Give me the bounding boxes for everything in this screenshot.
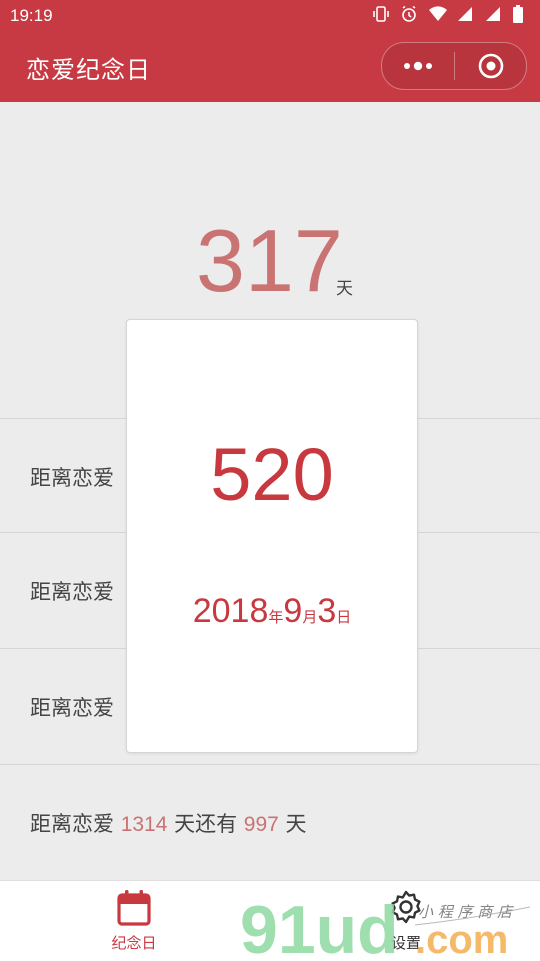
status-time: 19:19: [10, 6, 53, 25]
calendar-icon: [117, 890, 151, 926]
date-year-unit: 年: [268, 609, 284, 626]
wifi-icon: [428, 5, 447, 23]
list-item-text: 距离恋爱 1314 天还有 997 天: [30, 808, 307, 838]
nav-bar: 恋爱纪念日: [0, 32, 540, 102]
more-dots-icon: [404, 61, 432, 71]
more-button[interactable]: [382, 43, 454, 89]
days-count: 317: [196, 211, 343, 310]
status-icons: [372, 5, 530, 23]
date-month-unit: 月: [302, 609, 318, 626]
date-day-unit: 日: [336, 609, 352, 626]
tab-label: 纪念日: [111, 934, 157, 952]
status-bar: 19:19: [0, 0, 540, 32]
list-item-label: 距离恋爱: [30, 696, 114, 720]
signal-icon-2: [484, 5, 502, 23]
milestone-value: 1314: [120, 813, 168, 836]
days-suffix: 天: [285, 812, 307, 836]
list-item: 距离恋爱 1314 天还有 997 天: [0, 764, 540, 880]
svg-text:.com: .com: [415, 918, 508, 960]
tab-anniversary[interactable]: 纪念日: [64, 881, 204, 961]
date-month: 9: [283, 592, 303, 630]
days-unit: 天: [336, 279, 353, 299]
mini-program-capsule: [381, 42, 527, 90]
popup-number: 520: [210, 433, 334, 516]
list-item-label: 距离恋爱: [30, 812, 114, 836]
page-title: 恋爱纪念日: [26, 56, 151, 84]
list-item-middle: 天还有: [174, 812, 238, 836]
remaining-days: 997: [243, 813, 279, 836]
svg-text:91ud: 91ud: [240, 892, 399, 960]
list-item-label: 距离恋爱: [30, 580, 114, 604]
alarm-icon: [400, 5, 418, 23]
watermark-logo: 91ud .com 小 程 序 商 店: [240, 892, 531, 960]
date-year: 2018: [192, 592, 269, 630]
vibrate-icon: [372, 5, 390, 23]
anniversary-popup-card[interactable]: 520 2018年9月3日: [126, 319, 418, 753]
target-close-icon: [478, 53, 503, 79]
signal-icon: [456, 5, 474, 23]
battery-icon: [512, 5, 530, 23]
date-day: 3: [317, 592, 337, 630]
close-button[interactable]: [455, 43, 526, 89]
popup-date: 2018年9月3日: [127, 592, 417, 631]
list-item-label: 距离恋爱: [30, 466, 114, 490]
